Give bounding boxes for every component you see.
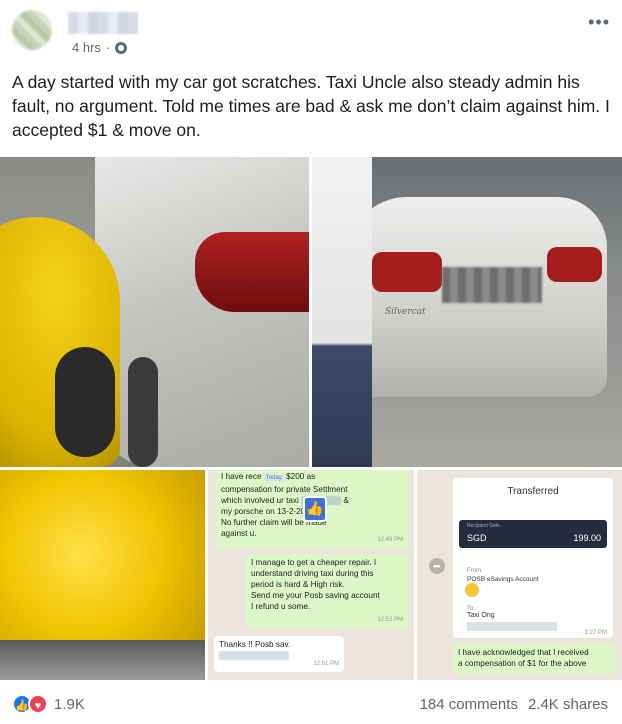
chat-bubble-acknowledgement: I have acknowledged that I received a co… [453,644,615,674]
photo-transfer-screenshot[interactable]: ➦ Transferred Recipient Gets SGD 199.00 … [417,470,622,680]
taxi-badge-text: Silvercat [385,307,426,317]
reactions-summary[interactable]: 👍 ♥ 1.9K [12,694,85,714]
more-options-button[interactable]: ••• [588,12,610,33]
post-header: 4 hrs · ••• [0,0,622,60]
author-name-blurred[interactable] [68,12,138,34]
transfer-title: Transferred [507,486,559,497]
transfer-card: Transferred Recipient Gets SGD 199.00 Fr… [453,478,613,638]
comments-link[interactable]: 184 comments [420,696,518,713]
photo-chat-screenshot[interactable]: I have rece Today $200 as compensation f… [208,470,414,680]
license-plate-blurred [442,267,542,303]
photo-taxi-rear[interactable]: Silvercat [312,157,622,467]
smiley-emoji-icon [465,583,479,597]
post-footer: 👍 ♥ 1.9K 184 comments 2.4K shares [0,684,622,724]
transfer-amount: 199.00 [573,533,601,543]
post-meta: 4 hrs · [72,40,128,55]
thumbs-up-icon [303,496,327,522]
reaction-count: 1.9K [54,695,85,713]
avatar[interactable] [12,10,52,50]
engagement-stats: 184 comments 2.4K shares [420,696,608,713]
post-text: A day started with my car got scratches.… [12,72,610,140]
amount-bar: Recipient Gets SGD 199.00 [459,520,607,548]
chat-bubble-thanks: Thanks !! Posb sav. 12:51 PM [214,636,344,672]
globe-icon [115,41,128,54]
chat-bubble-refund: I manage to get a cheaper repair. I unde… [246,554,408,628]
love-reaction-icon: ♥ [28,694,48,714]
shares-link[interactable]: 2.4K shares [528,696,608,713]
post-time[interactable]: 4 hrs [72,40,101,55]
share-icon: ➦ [429,558,445,574]
photo-taxi-scratch[interactable] [0,157,309,467]
photo-porsche-damage[interactable] [0,470,205,680]
